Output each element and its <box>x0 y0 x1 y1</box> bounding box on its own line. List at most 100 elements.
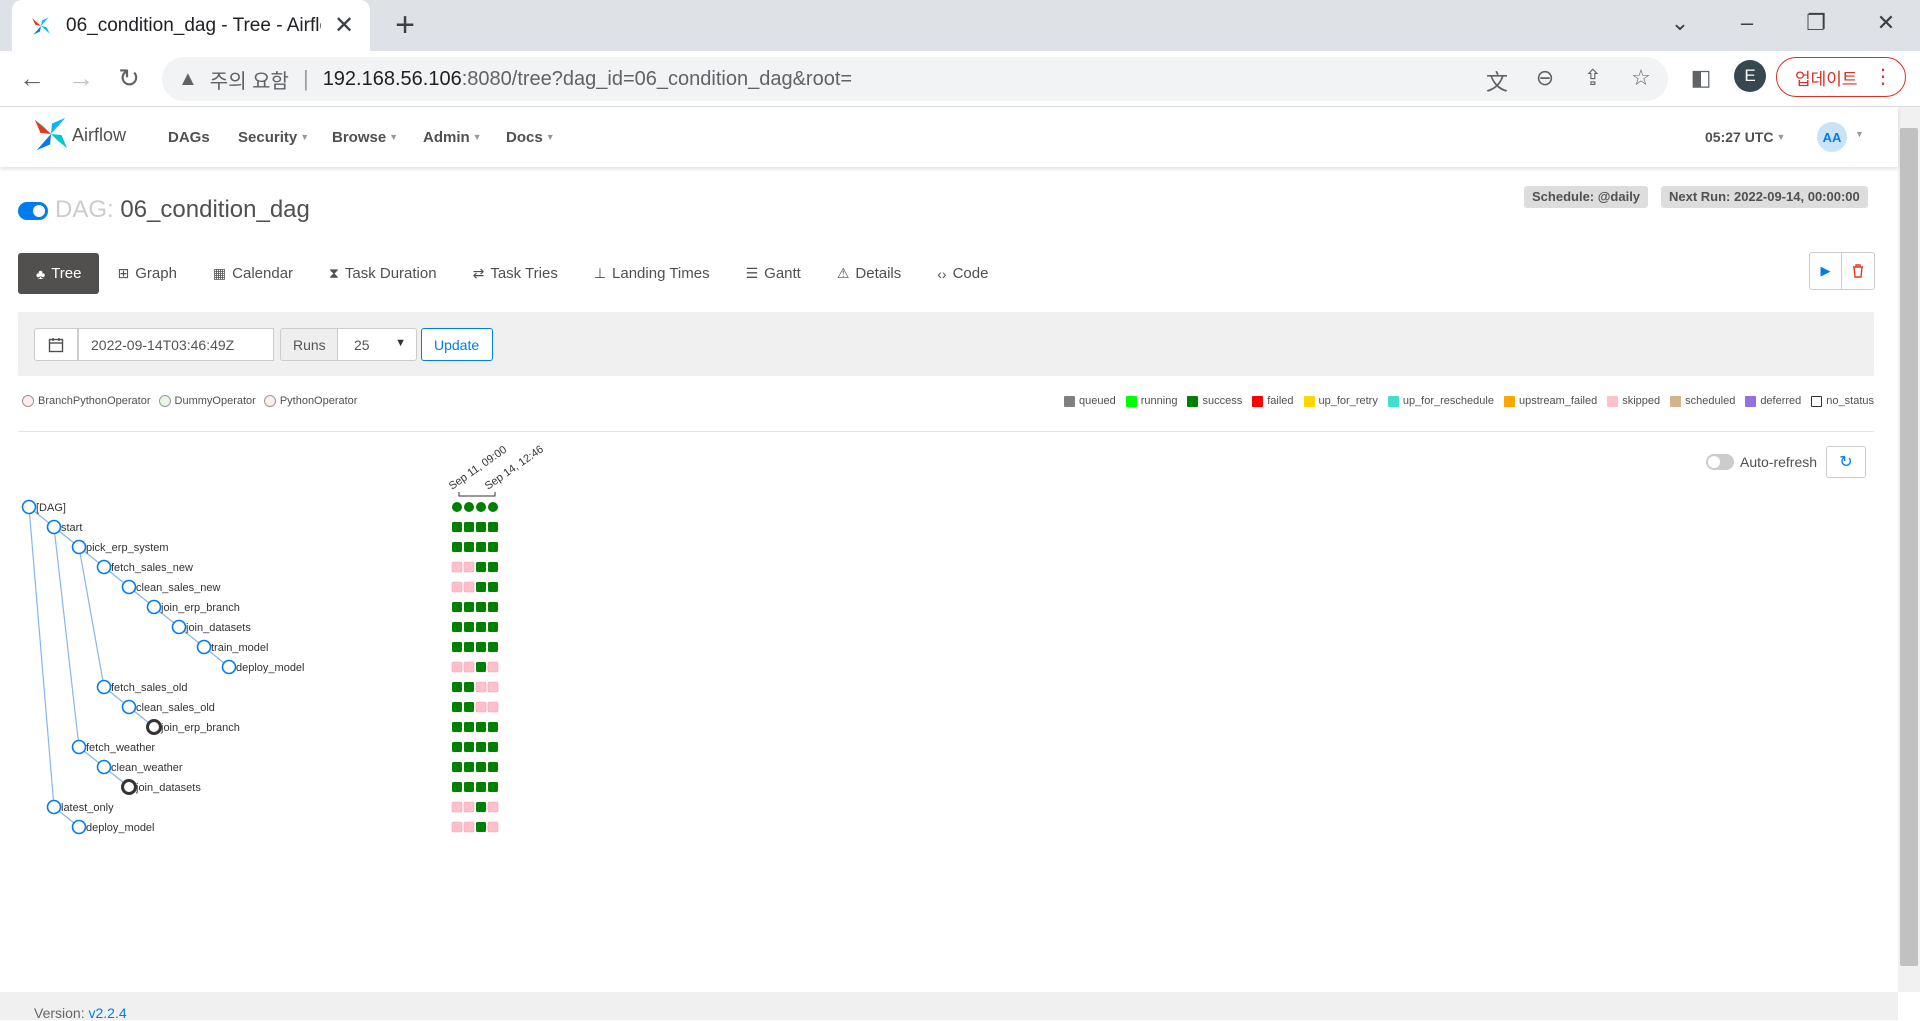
browser-update-button[interactable]: 업데이트 ⋮ <box>1776 57 1906 97</box>
side-panel-icon[interactable]: ◧ <box>1684 61 1718 95</box>
task-label[interactable]: clean_sales_new <box>136 582 220 594</box>
task-instance-square[interactable] <box>463 581 475 593</box>
task-instance-square[interactable] <box>452 642 462 652</box>
tab-graph[interactable]: ⊞ Graph <box>99 253 194 294</box>
utc-clock[interactable]: 05:27 UTC ▼ <box>1705 129 1785 145</box>
tab-details[interactable]: ⚠ Details <box>819 253 919 294</box>
task-instance-square[interactable] <box>451 561 463 573</box>
task-node[interactable] <box>121 579 137 595</box>
security-warning[interactable]: 주의 요함 <box>210 65 289 94</box>
task-node[interactable] <box>121 779 137 795</box>
state-legend-running[interactable]: running <box>1125 395 1177 407</box>
task-label[interactable]: deploy_model <box>236 662 305 674</box>
nav-dags[interactable]: DAGs <box>168 129 210 146</box>
task-instance-square[interactable] <box>488 622 498 632</box>
task-instance-square[interactable] <box>464 522 474 532</box>
state-legend-failed[interactable]: failed <box>1252 395 1294 407</box>
task-instance-square[interactable] <box>488 742 498 752</box>
task-instance-square[interactable] <box>476 622 486 632</box>
tab-task-tries[interactable]: ⇄ Task Tries <box>455 253 576 294</box>
task-instance-square[interactable] <box>488 642 498 652</box>
back-icon[interactable]: ← <box>15 61 49 95</box>
task-instance-square[interactable] <box>451 581 463 593</box>
address-bar[interactable]: ▲ 주의 요함 | 192.168.56.106:8080/tree?dag_i… <box>162 57 1668 101</box>
task-instance-square[interactable] <box>452 602 462 612</box>
task-instance-square[interactable] <box>476 522 486 532</box>
task-label[interactable]: fetch_sales_new <box>111 562 193 574</box>
task-label[interactable]: clean_weather <box>111 762 183 774</box>
dag-run-circle[interactable] <box>464 502 474 512</box>
airflow-brand[interactable]: Airflow <box>72 125 126 146</box>
tab-landing-times[interactable]: ⊥ Landing Times <box>576 253 728 294</box>
task-label[interactable]: start <box>61 522 82 534</box>
task-node[interactable] <box>221 659 237 675</box>
task-label[interactable]: pick_erp_system <box>86 542 169 554</box>
task-label[interactable]: join_datasets <box>185 622 251 634</box>
task-instance-square[interactable] <box>464 622 474 632</box>
state-legend-no_status[interactable]: no_status <box>1811 395 1874 407</box>
task-instance-square[interactable] <box>464 642 474 652</box>
task-label[interactable]: latest_only <box>61 802 114 814</box>
task-node[interactable] <box>46 519 62 535</box>
dag-run-circle[interactable] <box>452 502 462 512</box>
task-instance-square[interactable] <box>476 822 486 832</box>
task-instance-square[interactable] <box>476 742 486 752</box>
task-instance-square[interactable] <box>464 782 474 792</box>
nav-browse[interactable]: Browse ▼ <box>332 129 398 146</box>
dag-run-circle[interactable] <box>476 502 486 512</box>
task-node[interactable] <box>71 539 87 555</box>
task-instance-square[interactable] <box>488 522 498 532</box>
share-icon[interactable]: ⇪ <box>1578 65 1608 91</box>
state-legend-up_for_reschedule[interactable]: up_for_reschedule <box>1387 395 1494 407</box>
nav-docs[interactable]: Docs ▼ <box>506 129 555 146</box>
window-close-icon[interactable]: ✕ <box>1866 10 1906 36</box>
dag-pause-toggle[interactable] <box>18 202 48 220</box>
new-tab-icon[interactable]: + <box>390 8 420 42</box>
dag-run-circle[interactable] <box>488 502 498 512</box>
task-instance-square[interactable] <box>464 722 474 732</box>
tab-task-duration[interactable]: ⧗ Task Duration <box>311 253 455 294</box>
task-instance-square[interactable] <box>452 762 462 772</box>
refresh-icon[interactable]: ↻ <box>1826 446 1866 478</box>
minimize-icon[interactable]: – <box>1727 10 1767 36</box>
task-instance-square[interactable] <box>476 562 486 572</box>
version-link[interactable]: v2.2.4 <box>88 1005 126 1021</box>
forward-icon[interactable]: → <box>64 61 98 95</box>
task-instance-square[interactable] <box>452 702 462 712</box>
task-instance-square[interactable] <box>451 801 463 813</box>
update-button[interactable]: Update <box>421 328 493 361</box>
task-instance-square[interactable] <box>452 782 462 792</box>
task-instance-square[interactable] <box>476 662 486 672</box>
task-node[interactable] <box>71 819 87 835</box>
task-instance-square[interactable] <box>463 561 475 573</box>
task-instance-square[interactable] <box>463 801 475 813</box>
task-node[interactable] <box>46 799 62 815</box>
user-avatar[interactable]: AA <box>1817 122 1847 152</box>
task-node[interactable] <box>96 679 112 695</box>
task-instance-square[interactable] <box>452 542 462 552</box>
tab-gantt[interactable]: ☰ Gantt <box>728 253 819 294</box>
task-instance-square[interactable] <box>488 722 498 732</box>
task-label[interactable]: clean_sales_old <box>136 702 215 714</box>
task-instance-square[interactable] <box>476 802 486 812</box>
tab-tree[interactable]: ♣ Tree <box>18 253 100 294</box>
nav-admin[interactable]: Admin ▼ <box>423 129 482 146</box>
state-legend-up_for_retry[interactable]: up_for_retry <box>1303 395 1378 407</box>
state-legend-upstream_failed[interactable]: upstream_failed <box>1503 395 1597 407</box>
task-instance-square[interactable] <box>488 602 498 612</box>
task-instance-square[interactable] <box>476 722 486 732</box>
task-instance-square[interactable] <box>488 782 498 792</box>
task-label[interactable]: train_model <box>211 642 268 654</box>
task-instance-square[interactable] <box>487 801 499 813</box>
reload-icon[interactable]: ↻ <box>112 61 146 95</box>
delete-dag-trash-icon[interactable] <box>1842 253 1874 289</box>
task-instance-square[interactable] <box>464 602 474 612</box>
task-instance-square[interactable] <box>452 622 462 632</box>
task-instance-square[interactable] <box>487 701 499 713</box>
task-instance-square[interactable] <box>452 682 462 692</box>
task-instance-square[interactable] <box>487 661 499 673</box>
scrollbar-thumb[interactable] <box>1900 128 1918 966</box>
browser-tab[interactable]: 06_condition_dag - Tree - Airflow ✕ <box>12 0 370 51</box>
profile-avatar[interactable]: E <box>1734 60 1766 92</box>
task-instance-square[interactable] <box>463 821 475 833</box>
